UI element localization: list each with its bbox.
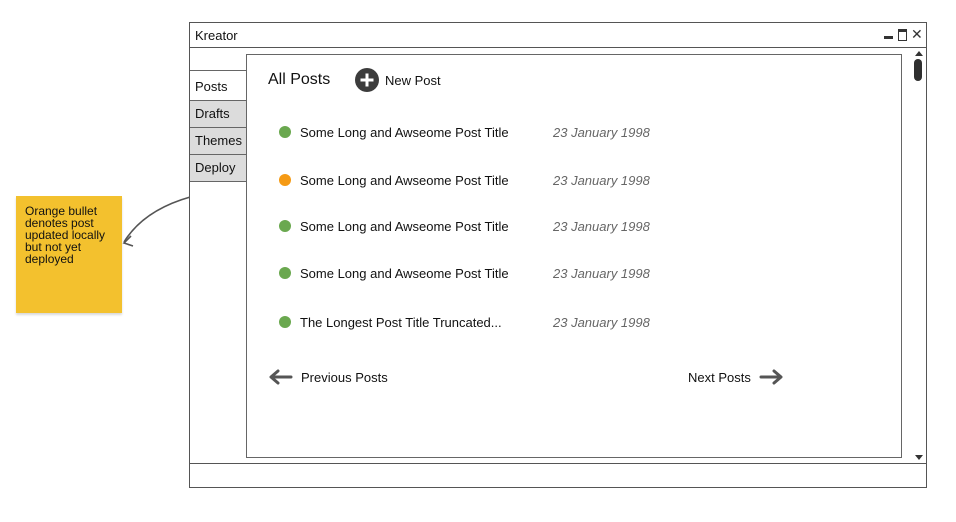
tab-deploy[interactable]: Deploy xyxy=(190,154,247,182)
post-row[interactable]: Some Long and Awseome Post Title 23 Janu… xyxy=(279,170,650,190)
tab-drafts[interactable]: Drafts xyxy=(190,100,247,128)
post-date: 23 January 1998 xyxy=(553,218,650,234)
scroll-down-icon[interactable] xyxy=(915,455,923,460)
status-bullet-deployed xyxy=(279,126,291,138)
annotation-sticky-note: Orange bullet denotes post updated local… xyxy=(16,196,122,313)
post-date: 23 January 1998 xyxy=(553,314,650,330)
post-row[interactable]: Some Long and Awseome Post Title 23 Janu… xyxy=(279,263,650,283)
minimize-icon[interactable] xyxy=(883,28,894,41)
post-title: Some Long and Awseome Post Title xyxy=(300,218,509,234)
tab-themes[interactable]: Themes xyxy=(190,127,247,155)
post-title: Some Long and Awseome Post Title xyxy=(300,124,509,140)
post-row[interactable]: Some Long and Awseome Post Title 23 Janu… xyxy=(279,216,650,236)
post-title: The Longest Post Title Truncated... xyxy=(300,314,502,330)
post-row[interactable]: Some Long and Awseome Post Title 23 Janu… xyxy=(279,122,650,142)
window-controls: ✕ xyxy=(883,27,923,41)
scroll-thumb[interactable] xyxy=(914,59,922,81)
previous-posts-button[interactable]: Previous Posts xyxy=(267,368,388,386)
annotation-text: Orange bullet denotes post updated local… xyxy=(25,204,106,266)
post-title: Some Long and Awseome Post Title xyxy=(300,172,509,188)
tab-list: Posts Drafts Themes Deploy xyxy=(190,70,247,182)
status-bullet-deployed xyxy=(279,316,291,328)
status-bar xyxy=(190,463,926,487)
post-date: 23 January 1998 xyxy=(553,124,650,140)
tab-posts[interactable]: Posts xyxy=(190,70,247,101)
post-title: Some Long and Awseome Post Title xyxy=(300,265,509,281)
new-post-button[interactable]: New Post xyxy=(355,68,441,92)
post-date: 23 January 1998 xyxy=(553,265,650,281)
status-bullet-deployed xyxy=(279,267,291,279)
previous-posts-label: Previous Posts xyxy=(301,369,388,385)
arrow-right-icon xyxy=(759,369,783,385)
post-row[interactable]: The Longest Post Title Truncated... 23 J… xyxy=(279,312,650,332)
next-posts-button[interactable]: Next Posts xyxy=(688,368,785,386)
next-posts-label: Next Posts xyxy=(688,369,751,385)
app-title: Kreator xyxy=(195,28,238,43)
page-title: All Posts xyxy=(268,71,331,88)
vertical-scrollbar[interactable] xyxy=(912,48,926,464)
posts-panel: All Posts New Post Some Long and Awseome… xyxy=(246,54,902,458)
plus-circle-icon xyxy=(355,68,379,92)
new-post-label: New Post xyxy=(385,72,441,88)
status-bullet-updated-locally xyxy=(279,174,291,186)
maximize-icon[interactable] xyxy=(897,28,908,41)
app-window: Kreator ✕ Posts Drafts Themes Deploy All… xyxy=(189,22,927,488)
title-bar: Kreator ✕ xyxy=(190,23,926,48)
arrow-left-icon xyxy=(269,369,293,385)
status-bullet-deployed xyxy=(279,220,291,232)
close-icon[interactable]: ✕ xyxy=(911,27,923,41)
post-date: 23 January 1998 xyxy=(553,172,650,188)
scroll-up-icon[interactable] xyxy=(915,51,923,56)
